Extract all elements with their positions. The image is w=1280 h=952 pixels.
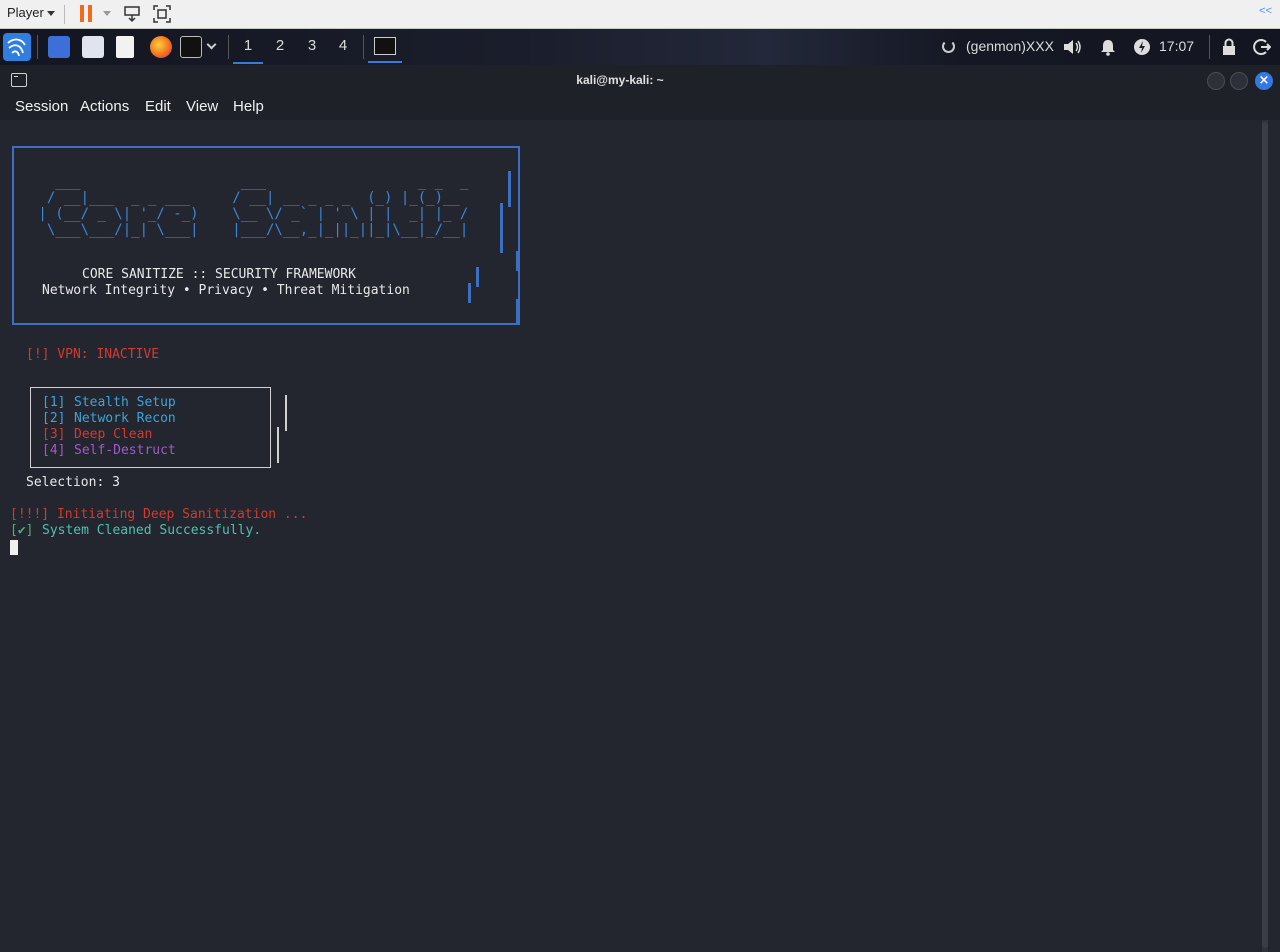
panel-divider	[1209, 35, 1210, 59]
options-frame-fragment	[285, 395, 287, 431]
banner-subtitle: Network Integrity • Privacy • Threat Mit…	[42, 283, 410, 298]
workspace-1[interactable]: 1	[233, 37, 263, 64]
volume-icon[interactable]	[1062, 38, 1082, 56]
workspace-2[interactable]: 2	[265, 37, 295, 54]
chevron-down-icon[interactable]	[206, 39, 217, 50]
panel-divider	[363, 35, 364, 59]
window-titlebar: kali@my-kali: ~ ×	[0, 65, 1280, 95]
player-menu-chevron-down-icon[interactable]	[47, 11, 55, 16]
ascii-logo-line: | (__/ _ \| '_/ -_) \__ \/ _` | ' \ | | …	[30, 206, 469, 222]
banner-frame-fragment	[468, 283, 471, 303]
clock[interactable]: 17:07	[1159, 38, 1194, 54]
selection-prompt: Selection: 3	[26, 475, 120, 490]
fullscreen-icon[interactable]	[152, 4, 172, 24]
lock-screen-icon[interactable]	[1221, 38, 1237, 56]
menu-help[interactable]: Help	[233, 98, 264, 115]
menu-view[interactable]: View	[186, 98, 218, 115]
close-button[interactable]: ×	[1255, 72, 1273, 90]
option-2-number: [2]	[42, 411, 66, 426]
desktop-icon[interactable]	[48, 36, 70, 58]
maximize-button[interactable]	[1230, 72, 1248, 90]
options-frame-fragment	[277, 427, 279, 463]
kali-menu-icon[interactable]	[3, 33, 31, 61]
terminal-launcher-icon[interactable]	[180, 36, 202, 58]
text-editor-icon[interactable]	[116, 36, 134, 58]
banner-frame-fragment	[500, 203, 503, 253]
menu-edit[interactable]: Edit	[145, 98, 171, 115]
panel-divider	[37, 35, 38, 59]
scrollbar-thumb[interactable]	[1262, 122, 1268, 948]
firefox-icon[interactable]	[150, 36, 172, 58]
banner-frame-fragment	[508, 171, 511, 207]
power-manager-icon[interactable]	[1133, 38, 1151, 56]
panel-divider	[228, 35, 229, 59]
option-3-number: [3]	[42, 427, 66, 442]
loading-spinner-icon	[942, 40, 955, 53]
taskbar-terminal-button[interactable]	[368, 29, 402, 63]
window-title: kali@my-kali: ~	[576, 73, 664, 87]
minimize-button[interactable]	[1207, 72, 1225, 90]
ascii-logo-line: \___\___/|_| \___| |___/\__,_|_||_||_|\_…	[30, 222, 469, 238]
ascii-logo-line: ___ ___ _ _ _	[30, 174, 469, 190]
menu-actions[interactable]: Actions	[80, 98, 129, 115]
banner-frame-fragment	[516, 251, 519, 271]
option-stealth-setup: Stealth Setup	[74, 395, 176, 410]
workspace-4[interactable]: 4	[328, 37, 358, 54]
option-1-number: [1]	[42, 395, 66, 410]
success-check-icon: [✔]	[10, 523, 34, 538]
pause-chevron-down-icon[interactable]	[103, 11, 111, 16]
status-initiating: [!!!] Initiating Deep Sanitization ...	[10, 507, 308, 522]
genmon-label[interactable]: (genmon)XXX	[966, 38, 1054, 54]
option-self-destruct: Self-Destruct	[74, 443, 176, 458]
collapse-toolbar-icon[interactable]: <<	[1259, 5, 1272, 17]
scrollbar[interactable]	[1262, 120, 1268, 952]
toolbar-divider	[64, 5, 65, 24]
send-ctrl-alt-del-icon[interactable]	[122, 4, 142, 24]
close-icon: ×	[1258, 73, 1270, 88]
banner-frame-fragment	[516, 299, 519, 323]
banner-title: CORE SANITIZE :: SECURITY FRAMEWORK	[82, 267, 356, 282]
top-panel: 1 2 3 4 (genmon)XXX 17:07	[0, 29, 1280, 65]
banner-frame-fragment	[476, 267, 479, 287]
status-cleaned: System Cleaned Successfully.	[42, 523, 262, 538]
menu-session[interactable]: Session	[15, 98, 68, 115]
notifications-bell-icon[interactable]	[1099, 38, 1117, 56]
workspace-3[interactable]: 3	[297, 37, 327, 54]
pause-icon[interactable]	[80, 5, 93, 22]
player-menu[interactable]: Player	[7, 5, 44, 20]
vpn-status: [!] VPN: INACTIVE	[26, 347, 160, 362]
ascii-logo-line: / __|___ _ _ ___ / __| __ _ _ _ (_) |_(_…	[30, 190, 460, 206]
option-network-recon: Network Recon	[74, 411, 176, 426]
terminal-cursor	[10, 540, 18, 555]
vmware-toolbar: Player <<	[0, 0, 1280, 29]
file-manager-icon[interactable]	[82, 36, 104, 58]
logout-icon[interactable]	[1253, 38, 1271, 56]
option-deep-clean: Deep Clean	[74, 427, 153, 442]
option-4-number: [4]	[42, 443, 66, 458]
menu-bar: Session Actions Edit View Help	[0, 95, 1280, 120]
terminal-icon	[374, 37, 396, 55]
